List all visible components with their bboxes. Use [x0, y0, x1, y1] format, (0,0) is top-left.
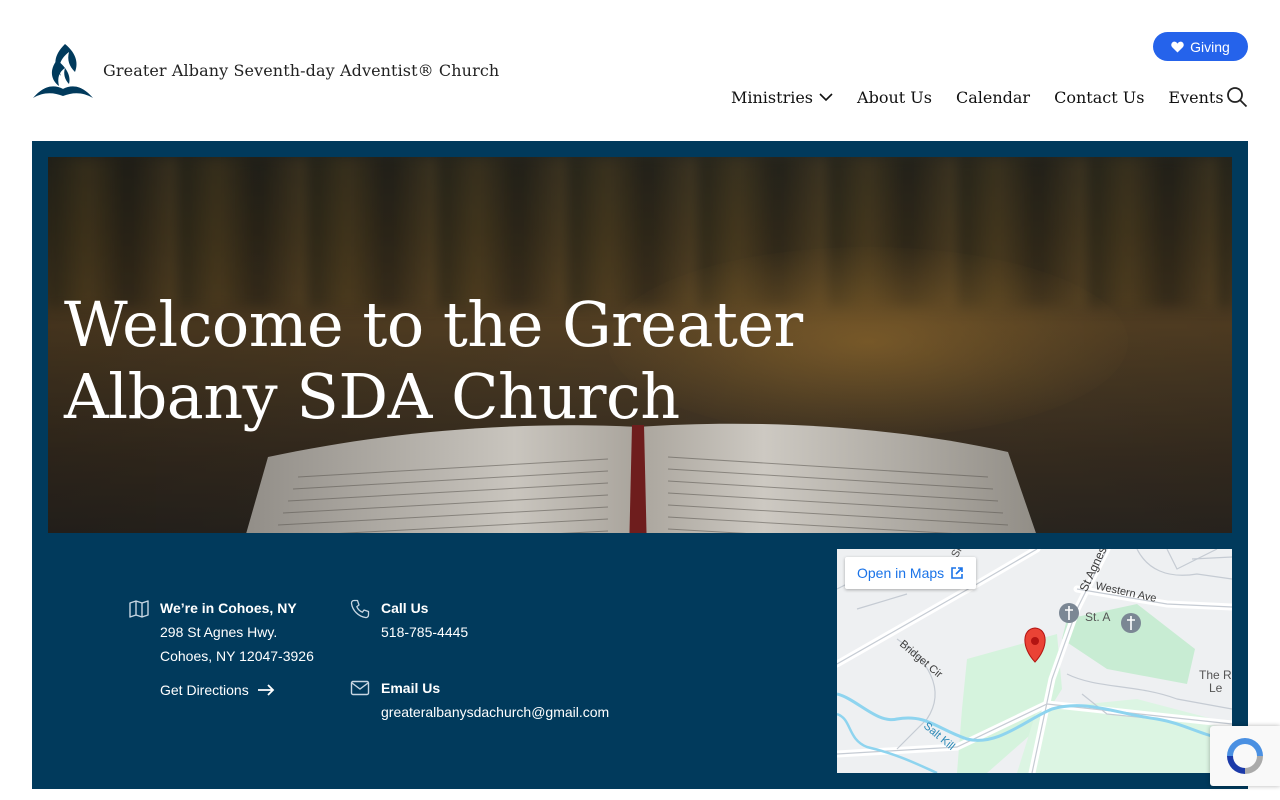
get-directions-link[interactable]: Get Directions: [160, 682, 275, 698]
nav-item-label: About Us: [857, 87, 932, 107]
email-address[interactable]: greateralbanysdachurch@gmail.com: [381, 700, 609, 724]
site-title[interactable]: Greater Albany Seventh-day Adventist® Ch…: [103, 61, 499, 80]
site-logo[interactable]: [31, 42, 95, 100]
map-icon: [129, 600, 149, 618]
map-label-st-a: St. A: [1085, 610, 1110, 624]
hero-title: Welcome to the Greater Albany SDA Church: [64, 288, 803, 433]
envelope-icon: [350, 680, 370, 696]
location-heading: We’re in Cohoes, NY: [160, 600, 297, 616]
heart-icon: [1171, 41, 1184, 52]
external-link-icon: [951, 567, 963, 579]
nav-item-label: Events: [1168, 87, 1224, 107]
church-poi-icon[interactable]: [1059, 603, 1079, 623]
nav-item-events[interactable]: Events: [1168, 88, 1223, 107]
nav-item-contact-us[interactable]: Contact Us: [1054, 88, 1144, 107]
nav-item-calendar[interactable]: Calendar: [956, 88, 1030, 107]
search-icon[interactable]: [1226, 86, 1248, 108]
address-line-1: 298 St Agnes Hwy.: [160, 624, 278, 640]
giving-button[interactable]: Giving: [1153, 32, 1248, 61]
adventist-flame-logo-icon: [33, 44, 93, 98]
church-poi-icon[interactable]: [1121, 613, 1141, 633]
call-heading: Call Us: [381, 600, 429, 616]
address-line-2: Cohoes, NY 12047-3926: [160, 648, 314, 664]
phone-number[interactable]: 518-785-4445: [381, 620, 468, 644]
map-label-le: Le: [1209, 681, 1223, 695]
arrow-right-icon: [257, 684, 274, 696]
welcome-section: Welcome to the Greater Albany SDA Church…: [32, 141, 1248, 789]
map-label-the-r: The R: [1199, 668, 1232, 682]
phone-icon: [350, 599, 370, 619]
open-in-maps-label: Open in Maps: [857, 565, 945, 581]
open-in-maps-button[interactable]: Open in Maps: [845, 557, 977, 589]
location-block: We’re in Cohoes, NY 298 St Agnes Hwy. Co…: [160, 598, 314, 668]
get-directions-label: Get Directions: [160, 682, 249, 698]
email-heading: Email Us: [381, 680, 441, 696]
recaptcha-icon: [1227, 738, 1263, 774]
nav-item-label: Ministries: [731, 87, 814, 107]
email-block: Email Us greateralbanysdachurch@gmail.co…: [381, 678, 609, 724]
nav-item-label: Contact Us: [1054, 87, 1145, 107]
nav-item-ministries[interactable]: Ministries: [731, 88, 833, 107]
nav-item-label: Calendar: [955, 87, 1031, 107]
chevron-down-icon: [819, 93, 833, 102]
main-nav: Ministries About Us Calendar Contact Us …: [731, 86, 1224, 108]
recaptcha-badge[interactable]: [1210, 726, 1280, 786]
giving-label: Giving: [1190, 38, 1230, 55]
hero-banner: Welcome to the Greater Albany SDA Church: [48, 157, 1232, 533]
call-block: Call Us 518-785-4445: [381, 598, 468, 644]
location-map[interactable]: Sky St Agnes Western Ave Bridget Cir Sal…: [837, 549, 1232, 773]
nav-item-about-us[interactable]: About Us: [857, 88, 932, 107]
